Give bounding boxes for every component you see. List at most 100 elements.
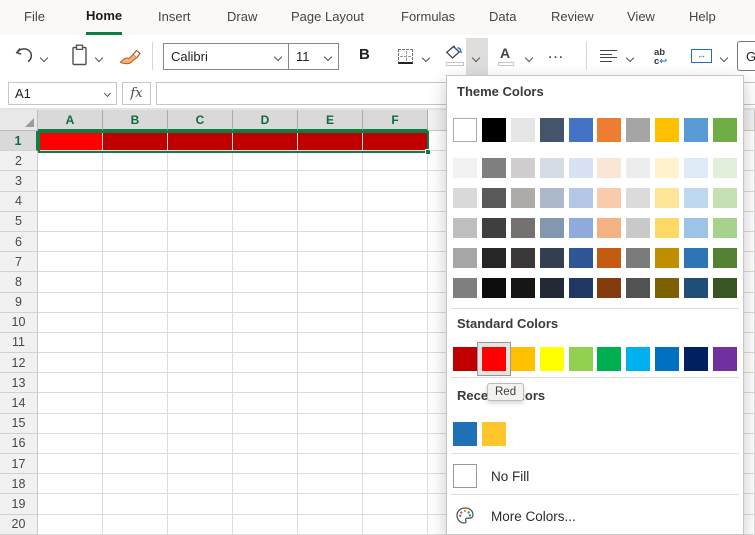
cell-C20[interactable] xyxy=(168,515,233,535)
cell-B18[interactable] xyxy=(103,474,168,494)
name-box[interactable]: A1 xyxy=(8,82,117,105)
cell-E16[interactable] xyxy=(298,434,363,454)
theme-variant-swatch[interactable] xyxy=(713,278,737,298)
theme-variant-swatch[interactable] xyxy=(684,188,708,208)
cell-E5[interactable] xyxy=(298,212,363,232)
cell-D14[interactable] xyxy=(233,393,298,413)
cell-A20[interactable] xyxy=(38,515,103,535)
cell-A5[interactable] xyxy=(38,212,103,232)
theme-variant-swatch[interactable] xyxy=(511,158,535,178)
cell-C10[interactable] xyxy=(168,313,233,333)
cell-D18[interactable] xyxy=(233,474,298,494)
cell-E3[interactable] xyxy=(298,171,363,191)
row-header-5[interactable]: 5 xyxy=(0,212,38,232)
cell-C11[interactable] xyxy=(168,333,233,353)
cell-F18[interactable] xyxy=(363,474,428,494)
column-header-D[interactable]: D xyxy=(233,110,298,131)
no-fill-option[interactable]: No Fill xyxy=(447,460,743,492)
cell-D12[interactable] xyxy=(233,353,298,373)
cell-E9[interactable] xyxy=(298,293,363,313)
theme-variant-swatch[interactable] xyxy=(655,188,679,208)
paste-button[interactable] xyxy=(70,44,89,72)
theme-variant-swatch[interactable] xyxy=(482,248,506,268)
cell-C1[interactable] xyxy=(168,131,233,151)
cell-A12[interactable] xyxy=(38,353,103,373)
theme-variant-swatch[interactable] xyxy=(684,218,708,238)
row-header-11[interactable]: 11 xyxy=(0,333,38,353)
cell-E17[interactable] xyxy=(298,454,363,474)
theme-variant-swatch[interactable] xyxy=(626,278,650,298)
theme-color-swatch[interactable] xyxy=(540,118,564,142)
column-header-E[interactable]: E xyxy=(298,110,363,131)
paste-dropdown-chevron[interactable] xyxy=(95,54,103,62)
column-header-C[interactable]: C xyxy=(168,110,233,131)
theme-variant-swatch[interactable] xyxy=(453,188,477,208)
insert-function-button[interactable]: fx xyxy=(122,82,151,105)
theme-variant-swatch[interactable] xyxy=(482,188,506,208)
theme-variant-swatch[interactable] xyxy=(597,278,621,298)
column-header-A[interactable]: A xyxy=(38,110,103,131)
recent-color-swatch[interactable] xyxy=(482,422,506,446)
cell-E15[interactable] xyxy=(298,414,363,434)
theme-variant-swatch[interactable] xyxy=(655,278,679,298)
font-color-button[interactable]: A xyxy=(500,45,510,61)
theme-color-swatch[interactable] xyxy=(482,118,506,142)
cell-F8[interactable] xyxy=(363,272,428,292)
cell-D1[interactable] xyxy=(233,131,298,151)
cell-F2[interactable] xyxy=(363,151,428,171)
cell-F10[interactable] xyxy=(363,313,428,333)
ribbon-tab-help[interactable]: Help xyxy=(689,0,716,35)
theme-variant-swatch[interactable] xyxy=(626,218,650,238)
borders-button[interactable] xyxy=(398,49,413,64)
cell-F19[interactable] xyxy=(363,494,428,514)
standard-color-swatch[interactable] xyxy=(655,347,679,371)
theme-variant-swatch[interactable] xyxy=(597,158,621,178)
theme-variant-swatch[interactable] xyxy=(569,188,593,208)
ribbon-tab-insert[interactable]: Insert xyxy=(158,0,191,35)
theme-variant-swatch[interactable] xyxy=(511,218,535,238)
font-size-select[interactable]: 11 xyxy=(288,43,339,70)
cell-A1[interactable] xyxy=(38,131,103,151)
cell-B14[interactable] xyxy=(103,393,168,413)
theme-variant-swatch[interactable] xyxy=(569,158,593,178)
cell-D16[interactable] xyxy=(233,434,298,454)
theme-variant-swatch[interactable] xyxy=(453,278,477,298)
cell-C2[interactable] xyxy=(168,151,233,171)
cell-B7[interactable] xyxy=(103,252,168,272)
cell-D13[interactable] xyxy=(233,373,298,393)
theme-variant-swatch[interactable] xyxy=(655,218,679,238)
cell-A14[interactable] xyxy=(38,393,103,413)
align-dropdown-chevron[interactable] xyxy=(626,54,634,62)
cell-B17[interactable] xyxy=(103,454,168,474)
cell-C17[interactable] xyxy=(168,454,233,474)
cell-F12[interactable] xyxy=(363,353,428,373)
cell-C8[interactable] xyxy=(168,272,233,292)
cell-E11[interactable] xyxy=(298,333,363,353)
theme-color-swatch[interactable] xyxy=(626,118,650,142)
cell-B12[interactable] xyxy=(103,353,168,373)
cell-F11[interactable] xyxy=(363,333,428,353)
standard-color-swatch[interactable] xyxy=(540,347,564,371)
cell-F6[interactable] xyxy=(363,232,428,252)
cell-F7[interactable] xyxy=(363,252,428,272)
cell-B19[interactable] xyxy=(103,494,168,514)
cell-F9[interactable] xyxy=(363,293,428,313)
cell-C4[interactable] xyxy=(168,192,233,212)
theme-color-swatch[interactable] xyxy=(569,118,593,142)
standard-color-swatch[interactable] xyxy=(684,347,708,371)
merge-dropdown-chevron[interactable] xyxy=(720,54,728,62)
row-header-16[interactable]: 16 xyxy=(0,434,38,454)
theme-variant-swatch[interactable] xyxy=(713,248,737,268)
ribbon-tab-home[interactable]: Home xyxy=(86,0,122,35)
cell-C5[interactable] xyxy=(168,212,233,232)
standard-color-swatch[interactable] xyxy=(482,347,506,371)
theme-variant-swatch[interactable] xyxy=(684,158,708,178)
row-header-9[interactable]: 9 xyxy=(0,293,38,313)
cell-B2[interactable] xyxy=(103,151,168,171)
theme-variant-swatch[interactable] xyxy=(597,248,621,268)
cell-F1[interactable] xyxy=(363,131,428,151)
ribbon-tab-formulas[interactable]: Formulas xyxy=(401,0,455,35)
theme-variant-swatch[interactable] xyxy=(713,188,737,208)
row-header-7[interactable]: 7 xyxy=(0,252,38,272)
ribbon-tab-view[interactable]: View xyxy=(627,0,655,35)
